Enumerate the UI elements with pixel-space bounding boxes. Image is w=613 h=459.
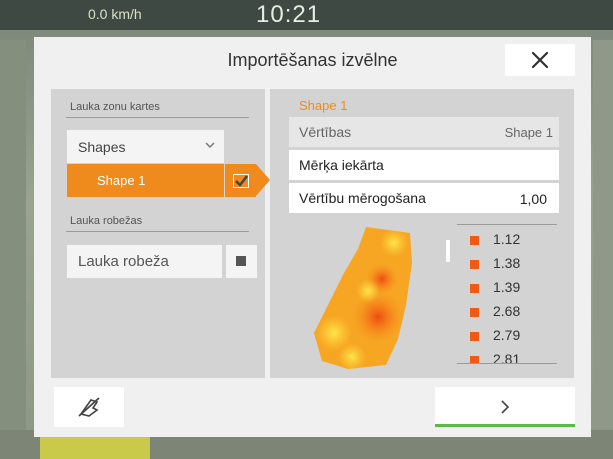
status-bar: 0.0 km/h 10:21 — [0, 0, 613, 30]
field-boundary-item[interactable]: Lauka robeža — [67, 245, 222, 278]
legend-swatch — [470, 308, 479, 317]
value-scaling-value: 1,00 — [519, 191, 547, 207]
zone-map-preview — [314, 227, 412, 371]
list-item-shape-1[interactable]: Shape 1 — [67, 164, 224, 197]
legend-value: 1.39 — [493, 279, 521, 295]
legend-value: 2.79 — [493, 327, 521, 343]
list-item-label: Shape 1 — [97, 173, 146, 188]
selected-checkbox[interactable] — [225, 164, 256, 197]
legend-swatch — [470, 356, 479, 363]
close-button[interactable] — [505, 44, 575, 76]
crossed-tractor-icon — [78, 397, 100, 417]
speed-readout: 0.0 km/h — [88, 6, 142, 22]
import-menu-dialog: Importēšanas izvēlne Lauka zonu kartes S… — [34, 37, 591, 437]
close-icon — [531, 51, 549, 69]
legend-swatch — [470, 236, 479, 245]
next-button[interactable] — [435, 387, 575, 427]
value-scaling-label: Vērtību mērogošana — [299, 190, 426, 206]
right-toolbar-background — [593, 40, 613, 430]
selection-pointer — [256, 164, 270, 196]
field-boundaries-label: Lauka robežas — [70, 215, 143, 227]
clock: 10:21 — [256, 1, 322, 28]
legend-value: 1.12 — [493, 231, 521, 247]
value-scaling-row[interactable]: Vērtību mērogošana 1,00 — [289, 183, 559, 213]
divider — [66, 117, 249, 118]
legend-value: 2.68 — [493, 303, 521, 319]
field-boundary-label: Lauka robeža — [78, 253, 169, 270]
values-shape-name: Shape 1 — [504, 125, 553, 140]
divider — [66, 231, 249, 232]
left-toolbar-background — [0, 40, 26, 430]
field-boundary-checkbox[interactable] — [226, 245, 257, 278]
shape-details-panel: Shape 1 Vērtības Shape 1 Mērķa iekārta V… — [270, 89, 574, 378]
legend-value: 2.81 — [493, 351, 521, 363]
legend-swatch — [470, 332, 479, 341]
checkmark-icon — [233, 174, 249, 188]
chevron-down-icon — [205, 142, 215, 149]
legend-value: 1.38 — [493, 255, 521, 271]
values-header[interactable]: Vērtības Shape 1 — [289, 117, 559, 147]
legend-swatch — [470, 284, 479, 293]
legend-scrollbar[interactable] — [446, 240, 450, 262]
values-label: Vērtības — [299, 124, 352, 140]
shape-title: Shape 1 — [299, 98, 348, 113]
legend-swatch — [470, 260, 479, 269]
shapes-select[interactable]: Shapes — [67, 130, 224, 163]
chevron-right-icon — [501, 400, 510, 414]
target-device-label: Mērķa iekārta — [299, 157, 384, 173]
unchecked-box-icon — [236, 256, 246, 266]
zone-maps-label: Lauka zonu kartes — [70, 101, 160, 113]
disable-tractor-button[interactable] — [54, 387, 124, 427]
target-device-row[interactable]: Mērķa iekārta — [289, 150, 559, 180]
legend-list[interactable]: 1.12 1.38 1.39 2.68 2.79 2.81 — [457, 225, 557, 363]
legend-divider — [457, 363, 557, 364]
shapes-select-value: Shapes — [78, 139, 126, 155]
